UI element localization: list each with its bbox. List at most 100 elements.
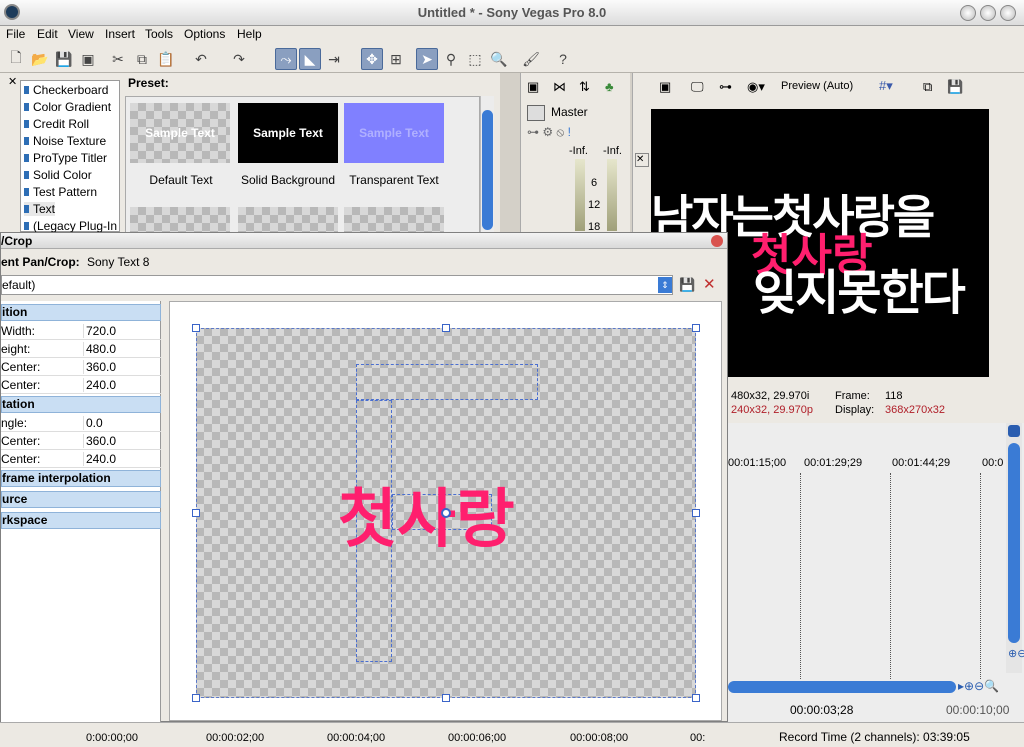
zoom-icons[interactable]: ⊕⊖ [1008, 647, 1024, 660]
downmix-icon[interactable]: ⋈ [553, 79, 566, 95]
preset-thumb-transparent[interactable]: Sample Text [344, 103, 444, 163]
timeline-vscroll[interactable]: ⊕⊖ [1006, 423, 1024, 673]
table-row[interactable]: Width: 720.0 [1, 322, 161, 340]
enable-snapping-icon[interactable]: ⤳ [275, 48, 297, 70]
cut-icon[interactable]: ✂ [107, 48, 129, 70]
menu-tools[interactable]: Tools [145, 27, 173, 41]
timeline-hscroll[interactable] [728, 681, 956, 693]
table-row[interactable]: eight: 480.0 [1, 340, 161, 358]
list-item[interactable]: Solid Color [24, 168, 92, 182]
preview-quality-select[interactable]: Preview (Auto) [781, 80, 853, 92]
preset-thumb[interactable] [130, 207, 230, 233]
preset-select[interactable]: efault) ⇕ [1, 275, 673, 295]
new-icon[interactable]: 🗋 [5, 48, 27, 70]
paste-icon[interactable]: 📋 [155, 48, 177, 70]
crop-frame[interactable]: 첫사랑 [192, 324, 700, 702]
undo-icon[interactable]: ↶ [190, 48, 212, 70]
properties-icon[interactable]: ▣ [77, 48, 99, 70]
resize-handle[interactable] [692, 694, 700, 702]
preset-thumb[interactable] [238, 207, 338, 233]
close-icon[interactable] [711, 235, 723, 247]
table-row[interactable]: Center: 240.0 [1, 376, 161, 394]
auto-crossfade-icon[interactable]: ◣ [299, 48, 321, 70]
timeline-zoom-icons[interactable]: ▸⊕⊖🔍 [958, 679, 999, 693]
list-item[interactable]: Checkerboard [24, 83, 108, 97]
scrollbar-thumb[interactable] [482, 110, 493, 230]
list-item[interactable]: ProType Titler [24, 151, 107, 165]
list-item[interactable]: Noise Texture [24, 134, 106, 148]
normal-edit-tool-icon[interactable]: ➤ [416, 48, 438, 70]
open-icon[interactable]: 📂 [29, 48, 51, 70]
chevron-down-icon[interactable]: ⇕ [658, 277, 672, 293]
table-row[interactable]: ngle: 0.0 [1, 414, 161, 432]
list-item[interactable]: Color Gradient [24, 100, 111, 114]
pan-crop-canvas[interactable]: 첫사랑 [169, 301, 722, 721]
table-row[interactable]: Center: 360.0 [1, 358, 161, 376]
table-row[interactable]: Center: 240.0 [1, 450, 161, 468]
close-preview-icon[interactable]: ✕ [635, 153, 649, 167]
status-bar: 0:00:00;00 00:00:02;00 00:00:04;00 00:00… [0, 722, 1024, 747]
ripple-edit-icon[interactable]: ⇥ [323, 48, 345, 70]
selection-tool-icon[interactable]: ⬚ [464, 48, 486, 70]
menu-edit[interactable]: Edit [37, 27, 58, 41]
preset-thumb[interactable] [344, 207, 444, 233]
scrollbar-thumb[interactable] [1008, 443, 1020, 643]
ignore-grouping-icon[interactable]: ⊞ [385, 48, 407, 70]
list-item[interactable]: (Legacy Plug-In [24, 219, 117, 233]
preset-thumb-solid[interactable]: Sample Text [238, 103, 338, 163]
menu-insert[interactable]: Insert [105, 27, 135, 41]
split-screen-icon[interactable]: ⊶ [719, 79, 732, 95]
save-icon[interactable]: 💾 [53, 48, 75, 70]
list-item[interactable]: Credit Roll [24, 117, 89, 131]
save-preset-icon[interactable]: 💾 [679, 277, 695, 293]
resize-handle[interactable] [192, 694, 200, 702]
group-position[interactable]: ition [1, 304, 161, 321]
resize-handle[interactable] [442, 694, 450, 702]
scroll-up-icon[interactable] [1008, 425, 1020, 437]
preset-gallery[interactable]: Sample Text Default Text Sample Text Sol… [125, 96, 480, 234]
generator-list[interactable]: Checkerboard Color Gradient Credit Roll … [20, 80, 120, 233]
resize-handle[interactable] [442, 324, 450, 332]
resize-handle[interactable] [692, 509, 700, 517]
close-button[interactable] [1000, 5, 1016, 21]
zoom-tool-icon[interactable]: 🔍 [488, 48, 510, 70]
close-panel-icon[interactable]: ✕ [8, 75, 17, 88]
mixer-properties-icon[interactable]: ▣ [527, 79, 539, 95]
insert-bus-icon[interactable]: ♣ [605, 79, 614, 94]
copy-icon[interactable]: ⧉ [131, 48, 153, 70]
save-snapshot-icon[interactable]: 💾 [947, 79, 963, 95]
resize-handle[interactable] [692, 324, 700, 332]
lock-envelopes-icon[interactable]: ✥ [361, 48, 383, 70]
menu-help[interactable]: Help [237, 27, 262, 41]
menu-file[interactable]: File [6, 27, 25, 41]
table-row[interactable]: Center: 360.0 [1, 432, 161, 450]
list-item[interactable]: Test Pattern [24, 185, 97, 199]
center-handle[interactable] [441, 508, 451, 518]
delete-preset-icon[interactable]: ✕ [703, 275, 716, 293]
resize-handle[interactable] [192, 324, 200, 332]
redo-icon[interactable]: ↷ [228, 48, 250, 70]
group-source[interactable]: urce [1, 491, 161, 508]
menu-view[interactable]: View [68, 27, 94, 41]
master-bus-icon[interactable] [527, 105, 545, 121]
preset-scrollbar[interactable] [480, 96, 494, 234]
group-rotation[interactable]: tation [1, 396, 161, 413]
preset-thumb-default[interactable]: Sample Text [130, 103, 230, 163]
maximize-button[interactable] [980, 5, 996, 21]
dim-icon[interactable]: ⇅ [579, 79, 590, 95]
list-item-selected[interactable]: Text [24, 202, 56, 216]
overlays-icon[interactable]: #▾ [879, 78, 893, 94]
group-workspace[interactable]: rkspace [1, 512, 161, 529]
whats-this-help-icon[interactable]: ? [552, 48, 574, 70]
menu-options[interactable]: Options [184, 27, 225, 41]
external-monitor-icon[interactable]: 🖵 [691, 79, 704, 95]
envelope-tool-icon[interactable]: ⚲ [440, 48, 462, 70]
resize-handle[interactable] [192, 509, 200, 517]
preview-properties-icon[interactable]: ▣ [659, 79, 671, 95]
copy-snapshot-icon[interactable]: ⧉ [923, 79, 932, 95]
master-fx-icons[interactable]: ⊶ ⚙ ⦸ ! [527, 125, 571, 140]
preview-quality-icon[interactable]: ◉▾ [747, 79, 765, 95]
group-keyframe[interactable]: frame interpolation [1, 470, 161, 487]
minimize-button[interactable] [960, 5, 976, 21]
brush-icon[interactable]: 🖌 [520, 48, 542, 70]
